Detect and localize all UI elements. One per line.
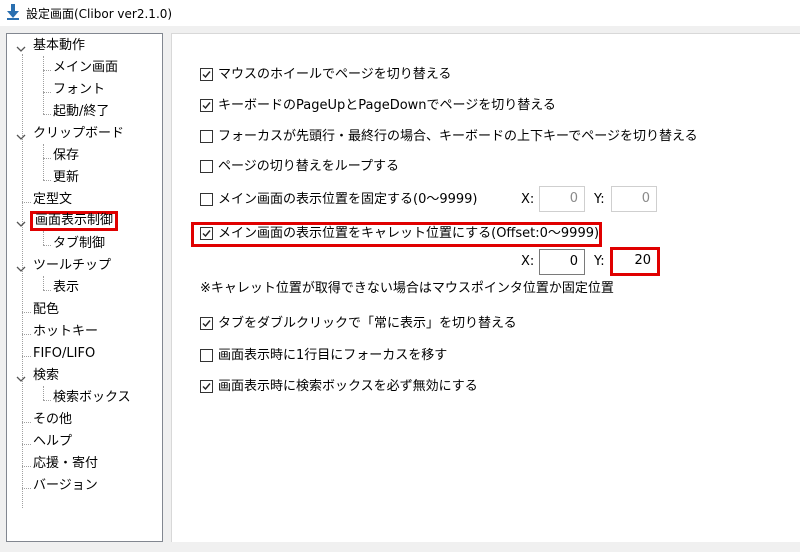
tree-connector <box>43 180 51 181</box>
option-label: マウスのホイールでページを切り替える <box>218 67 452 82</box>
caret-y-input[interactable]: 20 <box>613 250 657 273</box>
tree-branch-line <box>43 231 44 245</box>
fixed-x-label: X: <box>521 192 535 207</box>
tree-item-label: ホットキー <box>33 324 99 339</box>
chevron-down-icon[interactable] <box>15 41 27 52</box>
fixed-x-input[interactable]: 0 <box>539 186 585 212</box>
tree-connector <box>43 400 51 401</box>
checkmark-icon <box>202 383 211 391</box>
chevron-down-icon[interactable] <box>15 261 27 272</box>
tree-item-label: 配色 <box>33 302 60 317</box>
checkmark-icon <box>202 71 211 79</box>
option-label: フォーカスが先頭行・最終行の場合、キーボードの上下キーでページを切り替える <box>218 129 698 144</box>
title-bar: 設定画面(Clibor ver2.1.0) <box>0 0 800 26</box>
tree-item-label: 基本動作 <box>33 38 86 53</box>
tree-item-label: タブ制御 <box>53 236 106 251</box>
tree-item-label: その他 <box>33 412 73 427</box>
caret-x-input[interactable]: 0 <box>539 249 585 275</box>
tree-item-label: クリップボード <box>33 126 125 141</box>
tree-connector <box>43 290 51 291</box>
tree-connector <box>22 356 31 357</box>
tree-branch-line <box>43 144 44 180</box>
option-label: ページの切り替えをループする <box>218 159 399 174</box>
tree-branch-line <box>43 276 44 290</box>
tree-connector <box>43 158 51 159</box>
option-label: 画面表示時に検索ボックスを必ず無効にする <box>218 379 478 394</box>
checkbox[interactable] <box>200 193 213 206</box>
tree-connector <box>22 202 31 203</box>
clibor-app-icon <box>6 4 20 20</box>
checkbox[interactable] <box>200 317 213 330</box>
tree-connector <box>22 466 31 467</box>
caret-x-label: X: <box>521 254 535 269</box>
tree-connector <box>22 422 31 423</box>
tree-item-label: FIFO/LIFO <box>33 346 96 361</box>
checkbox[interactable] <box>200 99 213 112</box>
tree-item-label: メイン画面 <box>53 60 119 75</box>
option-label: キーボードのPageUpとPageDownでページを切り替える <box>218 98 556 113</box>
checkbox[interactable] <box>200 68 213 81</box>
option-label: タブをダブルクリックで「常に表示」を切り替える <box>218 316 517 331</box>
tree-connector <box>22 444 31 445</box>
checkbox[interactable] <box>200 380 213 393</box>
option-label: メイン画面の表示位置をキャレット位置にする(Offset:0〜9999) <box>218 226 600 241</box>
tree-connector <box>43 70 51 71</box>
tree-item-label: フォント <box>53 82 106 97</box>
checkmark-icon <box>202 230 211 238</box>
tree-connector <box>22 334 31 335</box>
settings-panel: マウスのホイールでページを切り替える キーボードのPageUpとPageDown… <box>171 33 800 542</box>
option-label: 画面表示時に1行目にフォーカスを移す <box>218 348 448 363</box>
tree-root-line <box>22 54 23 508</box>
tree-item-label: 定型文 <box>33 192 73 207</box>
fixed-y-input[interactable]: 0 <box>611 186 657 212</box>
tree-item-label: 更新 <box>53 170 80 185</box>
tree-item-label: 検索ボックス <box>53 390 131 405</box>
chevron-down-icon[interactable] <box>15 216 27 227</box>
checkbox[interactable] <box>200 160 213 173</box>
tree-item-label: 起動/終了 <box>53 104 110 119</box>
tree-connector <box>43 114 51 115</box>
settings-tree[interactable]: 基本動作 メイン画面 フォント 起動/終了 クリップボード 保存 更新 定型文 … <box>6 33 163 542</box>
caret-y-label: Y: <box>594 254 605 269</box>
window-bottom-edge <box>0 544 800 552</box>
checkmark-icon <box>202 320 211 328</box>
tree-connector <box>22 488 31 489</box>
window-title: 設定画面(Clibor ver2.1.0) <box>26 7 173 21</box>
tree-connector <box>22 312 31 313</box>
tree-connector <box>43 92 51 93</box>
tree-branch-line <box>43 386 44 400</box>
tree-connector <box>43 245 51 246</box>
chevron-down-icon[interactable] <box>15 129 27 140</box>
tree-item-label: 表示 <box>53 280 80 295</box>
caret-fallback-note: ※キャレット位置が取得できない場合はマウスポインタ位置か固定位置 <box>200 281 614 296</box>
tree-item-label: 検索 <box>33 368 60 383</box>
tree-item-label: ツールチップ <box>33 258 112 273</box>
tree-item-label: バージョン <box>33 478 98 493</box>
fixed-y-label: Y: <box>594 192 605 207</box>
tree-item-label: 保存 <box>53 148 80 163</box>
checkbox[interactable] <box>200 227 213 240</box>
tree-item-label-selected: 画面表示制御 <box>30 211 119 231</box>
checkbox[interactable] <box>200 349 213 362</box>
tree-branch-line <box>43 56 44 114</box>
checkmark-icon <box>202 102 211 110</box>
chevron-down-icon[interactable] <box>15 371 27 382</box>
tree-item-label: 応援・寄付 <box>33 456 99 471</box>
tree-item-label: ヘルプ <box>33 434 73 449</box>
checkbox[interactable] <box>200 130 213 143</box>
option-label: メイン画面の表示位置を固定する(0〜9999) <box>218 192 478 207</box>
